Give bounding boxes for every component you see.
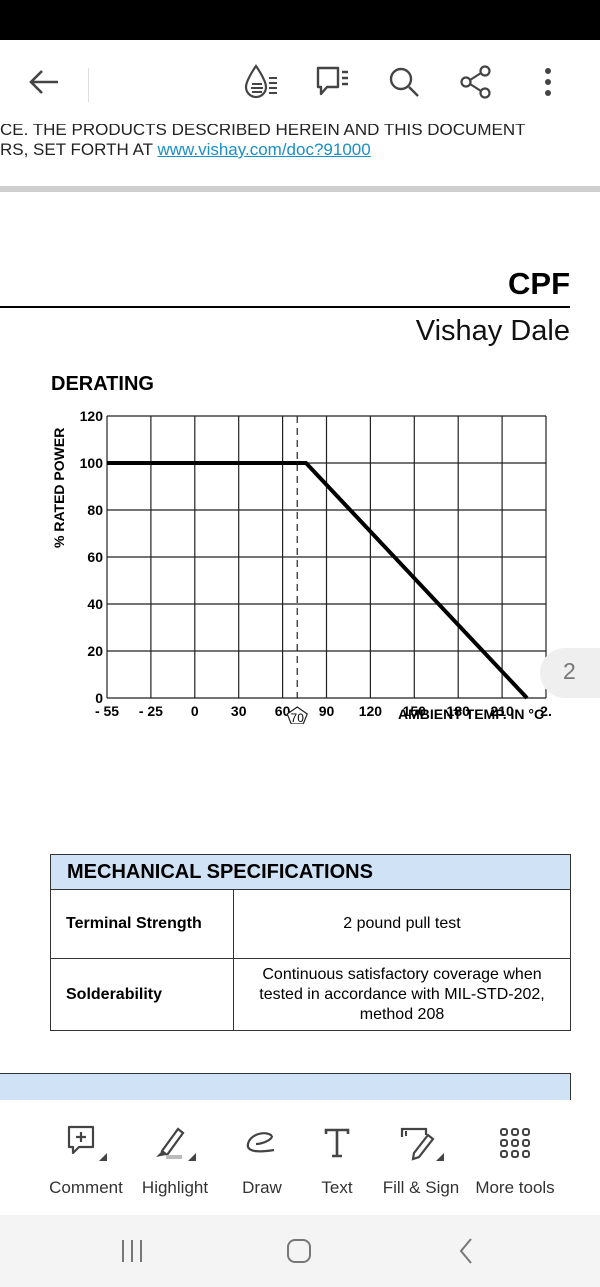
- back-icon[interactable]: [446, 1233, 486, 1269]
- mechanical-specifications-table: MECHANICAL SPECIFICATIONS Terminal Stren…: [50, 854, 571, 1031]
- tool-label: Text: [321, 1178, 353, 1197]
- tool-text[interactable]: Text: [292, 1122, 382, 1198]
- system-nav-bar: [0, 1215, 600, 1287]
- highlighter-icon: [130, 1122, 220, 1164]
- y-tick-label: 100: [80, 455, 104, 471]
- y-tick-label: 120: [80, 408, 104, 424]
- x-tick-label: 120: [359, 703, 383, 719]
- toolbar-divider: [88, 68, 89, 102]
- table-row: Terminal Strength 2 pound pull test: [50, 889, 571, 959]
- comments-list-icon[interactable]: [313, 62, 353, 102]
- marker-label: 70: [291, 711, 305, 724]
- derating-chart: - 55- 25 0 30 60 90 120 150 180 210 2.02040608010…: [51, 408, 552, 724]
- x-tick-label: 0: [191, 703, 199, 719]
- spec-value: Continuous satisfactory coverage when te…: [233, 958, 571, 1031]
- spec-value: 2 pound pull test: [233, 889, 571, 959]
- x-tick-label: 30: [231, 703, 247, 719]
- tool-label: More tools: [475, 1178, 555, 1197]
- y-tick-label: 40: [87, 596, 103, 612]
- y-axis-label: % RATED POWER: [51, 428, 67, 548]
- comment-plus-icon: [41, 1122, 131, 1164]
- more-vertical-icon[interactable]: [528, 62, 568, 102]
- spec-label: Terminal Strength: [50, 889, 234, 959]
- derating-curve: [107, 461, 529, 700]
- share-icon[interactable]: [456, 62, 496, 102]
- table-title: MECHANICAL SPECIFICATIONS: [50, 854, 571, 890]
- back-arrow-icon[interactable]: [24, 62, 64, 102]
- fill-sign-icon: [376, 1122, 466, 1164]
- text-icon: [292, 1122, 382, 1164]
- liquid-mode-icon[interactable]: [242, 62, 282, 102]
- tool-comment[interactable]: Comment: [41, 1122, 131, 1198]
- next-table-header: [0, 1073, 571, 1100]
- top-toolbar: [0, 40, 600, 124]
- home-icon[interactable]: [279, 1233, 319, 1269]
- tool-label: Highlight: [141, 1178, 209, 1197]
- spec-label: Solderability: [50, 958, 234, 1031]
- search-icon[interactable]: [384, 62, 424, 102]
- table-row: Solderability Continuous satisfactory co…: [50, 958, 571, 1031]
- bottom-tools-bar: Comment Highlight Draw Text Fill & Sign …: [0, 1100, 600, 1215]
- tool-label: Comment: [49, 1178, 123, 1197]
- tool-highlight[interactable]: Highlight: [130, 1122, 220, 1198]
- page-number-indicator[interactable]: 2: [540, 648, 600, 698]
- tool-more-tools[interactable]: More tools: [470, 1122, 560, 1198]
- x-axis-label: AMBIENT TEMP. IN °C: [398, 706, 544, 722]
- status-bar: [0, 0, 600, 40]
- recent-apps-icon[interactable]: [112, 1233, 152, 1269]
- x-tick-label: - 25: [139, 703, 163, 719]
- pdf-document-view[interactable]: CE. THE PRODUCTS DESCRIBED HEREIN AND TH…: [0, 124, 600, 1100]
- y-tick-label: 80: [87, 502, 103, 518]
- grid-icon: [470, 1122, 560, 1164]
- x-tick-label: 90: [319, 703, 335, 719]
- y-tick-label: 0: [95, 690, 103, 706]
- tool-label: Fill & Sign: [382, 1178, 460, 1197]
- y-tick-label: 20: [87, 643, 103, 659]
- tool-fill-sign[interactable]: Fill & Sign: [376, 1122, 466, 1198]
- y-tick-label: 60: [87, 549, 103, 565]
